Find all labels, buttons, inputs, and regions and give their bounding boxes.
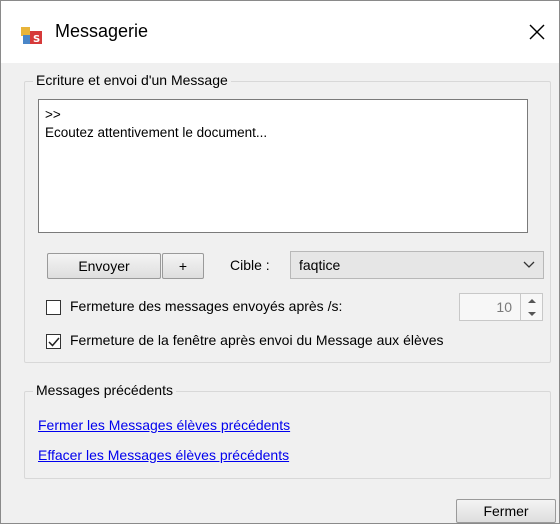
compose-group-label: Ecriture et envoi d'un Message [33,72,231,88]
window-title: Messagerie [55,21,149,41]
message-line: >> [45,107,61,122]
close-after-checkbox[interactable] [46,300,61,315]
title-bar: S Messagerie [1,1,559,63]
previous-messages-group: Messages précédents [24,382,551,479]
previous-group-label: Messages précédents [33,382,176,398]
target-label: Cible : [230,257,270,273]
target-value: faqtice [299,257,341,273]
close-after-seconds-spinner[interactable]: 10 [459,293,543,321]
svg-text:S: S [33,34,40,45]
close-icon [529,24,545,40]
checkmark-icon [47,337,60,347]
message-textarea[interactable]: >> Ecoutez attentivement le document... [38,99,528,233]
spin-up-button[interactable] [521,294,542,307]
close-previous-messages-link[interactable]: Fermer les Messages élèves précédents [38,417,290,433]
app-icon: S [21,27,42,45]
plus-button[interactable]: + [162,253,204,279]
chevron-down-icon [523,261,535,268]
send-button[interactable]: Envoyer [47,253,161,279]
close-button[interactable]: Fermer [456,499,556,523]
spin-down-button[interactable] [521,307,542,320]
close-window-button[interactable] [521,15,553,49]
caret-up-icon [527,298,536,303]
messagerie-window: S Messagerie Ecriture et envoi d'un Mess… [0,0,560,524]
caret-down-icon [527,311,536,316]
spinner-buttons [520,294,542,320]
close-window-checkbox[interactable] [46,334,61,349]
target-select[interactable]: faqtice [290,251,544,279]
seconds-value: 10 [496,299,512,315]
close-window-label: Fermeture de la fenêtre après envoi du M… [70,332,444,348]
erase-previous-messages-link[interactable]: Effacer les Messages élèves précédents [38,447,289,463]
close-after-label: Fermeture des messages envoyés après /s: [70,298,343,314]
message-line: Ecoutez attentivement le document... [45,125,268,140]
